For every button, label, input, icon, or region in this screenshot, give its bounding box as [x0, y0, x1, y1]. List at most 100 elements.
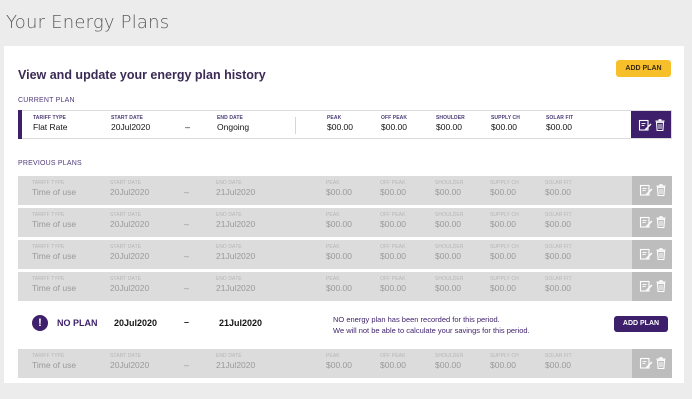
supply-charge-label: SUPPLY CH [490, 353, 519, 359]
start-date-label: START DATE [110, 276, 142, 282]
solar-fit-label: SOLAR FIT [545, 276, 572, 282]
previous-plan-row: TARIFF TYPE Time of use START DATE 20Jul… [18, 208, 672, 237]
tariff-type-value: Time of use [32, 251, 77, 261]
shoulder-cell: SHOULDER $00.00 [435, 276, 464, 293]
supply-charge-cell: SUPPLY CH $00.00 [490, 276, 519, 293]
column-divider [295, 117, 296, 134]
end-date-label: END DATE [216, 212, 242, 218]
edit-icon[interactable] [639, 247, 653, 261]
row-actions [632, 208, 672, 237]
current-plan-row: TARIFF TYPE Flat Rate START DATE 20Jul20… [18, 110, 672, 139]
off-peak-value: $00.00 [380, 219, 406, 229]
solar-fit-label: SOLAR FIT [545, 212, 572, 218]
trash-icon[interactable] [654, 279, 668, 293]
off-peak-label: OFF PEAK [380, 212, 406, 218]
previous-plan-row: TARIFF TYPE Time of use START DATE 20Jul… [18, 176, 672, 205]
row-actions [632, 240, 672, 269]
off-peak-value: $00.00 [380, 360, 406, 370]
peak-cell: PEAK $00.00 [326, 180, 352, 197]
supply-charge-label: SUPPLY CH [490, 212, 519, 218]
start-date-cell: START DATE 20Jul2020 [111, 115, 150, 132]
solar-fit-value: $00.00 [545, 283, 571, 293]
solar-fit-value: $00.00 [545, 251, 571, 261]
end-date-value: 21Jul2020 [216, 360, 256, 370]
shoulder-value: $00.00 [435, 219, 461, 229]
edit-icon[interactable] [639, 279, 653, 293]
end-date-value: 21Jul2020 [216, 283, 256, 293]
trash-icon[interactable] [654, 183, 668, 197]
end-date-label: END DATE [216, 276, 242, 282]
peak-cell: PEAK $00.00 [326, 353, 352, 370]
tariff-type-label: TARIFF TYPE [33, 115, 66, 121]
tariff-type-label: TARIFF TYPE [32, 276, 65, 282]
off-peak-cell: OFF PEAK $00.00 [380, 353, 406, 370]
start-date-cell: START DATE 20Jul2020 [110, 353, 149, 370]
shoulder-cell: SHOULDER $00.00 [435, 353, 464, 370]
supply-charge-cell: SUPPLY CH $00.00 [490, 180, 519, 197]
solar-fit-label: SOLAR FIT [545, 244, 572, 250]
tariff-type-label: TARIFF TYPE [32, 353, 65, 359]
date-separator: – [184, 251, 190, 261]
trash-icon[interactable] [654, 215, 668, 229]
start-date-value: 20Jul2020 [111, 122, 151, 132]
solar-fit-cell: SOLAR FIT $00.00 [545, 180, 572, 197]
supply-charge-value: $00.00 [490, 283, 516, 293]
start-date-label: START DATE [111, 115, 143, 121]
peak-value: $00.00 [326, 219, 352, 229]
edit-icon[interactable] [638, 118, 652, 132]
shoulder-cell: SHOULDER $00.00 [435, 244, 464, 261]
supply-charge-cell: SUPPLY CH $00.00 [490, 353, 519, 370]
tariff-type-cell: TARIFF TYPE Time of use [32, 244, 76, 261]
end-date-label: END DATE [216, 180, 242, 186]
page-title: Your Energy Plans [6, 12, 170, 33]
row-actions [632, 272, 672, 301]
edit-icon[interactable] [639, 356, 653, 370]
supply-charge-cell: SUPPLY CH $00.00 [490, 244, 519, 261]
no-plan-message-line1: NO energy plan has been recorded for thi… [333, 315, 500, 324]
tariff-type-cell: TARIFF TYPE Time of use [32, 276, 76, 293]
shoulder-value: $00.00 [435, 187, 461, 197]
edit-icon[interactable] [639, 215, 653, 229]
shoulder-label: SHOULDER [436, 115, 465, 121]
supply-charge-value: $00.00 [490, 251, 516, 261]
peak-value: $00.00 [326, 251, 352, 261]
trash-icon[interactable] [654, 247, 668, 261]
date-separator: – [184, 187, 190, 197]
trash-icon[interactable] [653, 118, 667, 132]
shoulder-label: SHOULDER [435, 212, 464, 218]
off-peak-cell: OFF PEAK $00.00 [381, 115, 407, 132]
add-plan-button[interactable]: ADD PLAN [614, 316, 668, 332]
shoulder-cell: SHOULDER $00.00 [435, 212, 464, 229]
no-plan-row: ! NO PLAN 20Jul2020 – 21Jul2020 NO energ… [18, 311, 672, 336]
start-date-cell: START DATE 20Jul2020 [110, 276, 149, 293]
off-peak-cell: OFF PEAK $00.00 [380, 244, 406, 261]
peak-cell: PEAK $00.00 [327, 115, 353, 132]
solar-fit-cell: SOLAR FIT $00.00 [545, 244, 572, 261]
date-separator: – [184, 360, 190, 370]
supply-charge-label: SUPPLY CH [490, 180, 519, 186]
end-date-label: END DATE [216, 353, 242, 359]
shoulder-label: SHOULDER [435, 180, 464, 186]
solar-fit-label: SOLAR FIT [545, 180, 572, 186]
tariff-type-label: TARIFF TYPE [32, 180, 65, 186]
off-peak-value: $00.00 [380, 251, 406, 261]
peak-label: PEAK [326, 212, 340, 218]
supply-charge-value: $00.00 [490, 360, 516, 370]
start-date-label: START DATE [110, 353, 142, 359]
add-plan-button[interactable]: ADD PLAN [616, 60, 671, 77]
end-date-label: END DATE [217, 115, 243, 121]
start-date-label: START DATE [110, 180, 142, 186]
start-date-value: 20Jul2020 [110, 219, 150, 229]
end-date-cell: END DATE 21Jul2020 [216, 180, 255, 197]
shoulder-value: $00.00 [435, 251, 461, 261]
end-date-value: 21Jul2020 [216, 187, 256, 197]
shoulder-cell: SHOULDER $00.00 [435, 180, 464, 197]
edit-icon[interactable] [639, 183, 653, 197]
trash-icon[interactable] [654, 356, 668, 370]
start-date-cell: START DATE 20Jul2020 [110, 180, 149, 197]
energy-plans-card: View and update your energy plan history… [4, 46, 684, 383]
no-plan-message: NO energy plan has been recorded for thi… [333, 314, 530, 336]
off-peak-cell: OFF PEAK $00.00 [380, 212, 406, 229]
solar-fit-cell: SOLAR FIT $00.00 [545, 353, 572, 370]
start-date-value: 20Jul2020 [110, 360, 150, 370]
